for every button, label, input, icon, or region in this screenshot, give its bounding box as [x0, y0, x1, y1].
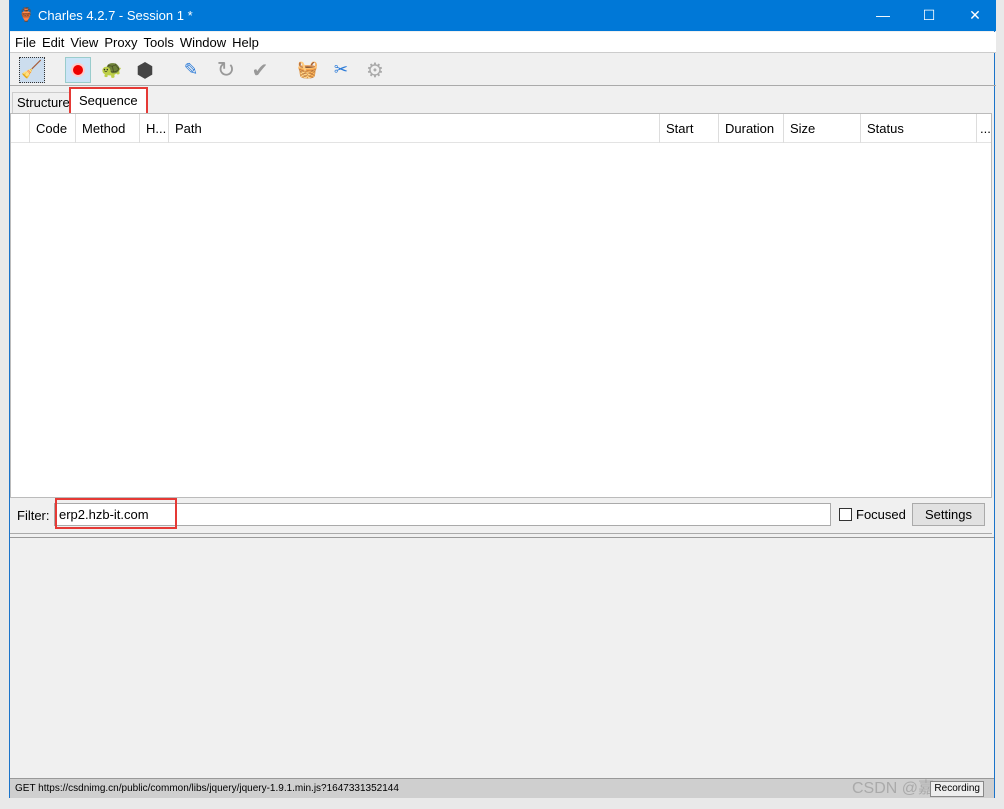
column-path[interactable]: Path — [168, 114, 659, 143]
menu-bar: File Edit View Proxy Tools Window Help — [10, 32, 996, 53]
menu-tools[interactable]: Tools — [143, 32, 175, 53]
column-start[interactable]: Start — [659, 114, 718, 143]
compose-pen-icon[interactable]: ✎ — [178, 57, 204, 83]
table-header: Code Method H... Path Start Duration Siz… — [11, 114, 991, 143]
window-title: Charles 4.2.7 - Session 1 * — [38, 8, 193, 23]
detail-pane — [10, 537, 994, 775]
tools-icon[interactable]: ✂ — [328, 57, 354, 83]
filter-label: Filter: — [17, 508, 50, 523]
stop-breakpoints-icon[interactable]: ⬢ — [132, 57, 158, 83]
charles-window: 🏺 Charles 4.2.7 - Session 1 * — ☐ ✕ File… — [9, 0, 996, 798]
validate-check-icon[interactable]: ✔ — [247, 57, 273, 83]
settings-gear-icon[interactable]: ⚙ — [362, 57, 388, 83]
menu-help[interactable]: Help — [231, 32, 260, 53]
column-status[interactable]: Status — [860, 114, 976, 143]
title-bar: 🏺 Charles 4.2.7 - Session 1 * — ☐ ✕ — [10, 0, 996, 31]
column-duration[interactable]: Duration — [718, 114, 783, 143]
focused-label: Focused — [856, 507, 906, 522]
tab-sequence[interactable]: Sequence — [69, 87, 148, 115]
column-method[interactable]: Method — [75, 114, 139, 143]
throttle-turtle-icon[interactable]: 🐢 — [99, 57, 125, 83]
toolbar: 🧹 🐢 ⬢ ✎ ↻ ✔ 🧺 ✂ ⚙ — [10, 54, 996, 86]
maximize-button[interactable]: ☐ — [906, 0, 952, 31]
record-icon[interactable] — [65, 57, 91, 83]
sequence-table: Code Method H... Path Start Duration Siz… — [10, 113, 992, 498]
minimize-button[interactable]: — — [860, 0, 906, 31]
filter-highlight-box — [55, 498, 177, 529]
repeat-icon[interactable]: ↻ — [213, 57, 239, 83]
menu-proxy[interactable]: Proxy — [103, 32, 138, 53]
watermark: CSDN @嘉 — [851, 780, 934, 797]
menu-window[interactable]: Window — [179, 32, 227, 53]
app-logo-icon: 🏺 — [18, 7, 35, 22]
status-text: GET https://csdnimg.cn/public/common/lib… — [15, 783, 399, 794]
tab-structure[interactable]: Structure — [12, 92, 75, 114]
column-more[interactable]: ... — [976, 114, 991, 143]
focused-checkbox[interactable] — [839, 508, 852, 521]
close-button[interactable]: ✕ — [952, 0, 998, 31]
column-code[interactable]: Code — [29, 114, 75, 143]
recording-button[interactable]: Recording — [930, 781, 984, 797]
column-host[interactable]: H... — [139, 114, 168, 143]
settings-button[interactable]: Settings — [912, 503, 985, 526]
column-size[interactable]: Size — [783, 114, 860, 143]
menu-edit[interactable]: Edit — [41, 32, 65, 53]
filter-bar: Filter: erp2.hzb-it.com Focused Settings — [10, 498, 992, 534]
menu-file[interactable]: File — [14, 32, 37, 53]
menu-view[interactable]: View — [69, 32, 99, 53]
status-bar: GET https://csdnimg.cn/public/common/lib… — [10, 778, 994, 798]
broom-icon[interactable]: 🧹 — [19, 57, 45, 83]
basket-icon[interactable]: 🧺 — [295, 57, 321, 83]
